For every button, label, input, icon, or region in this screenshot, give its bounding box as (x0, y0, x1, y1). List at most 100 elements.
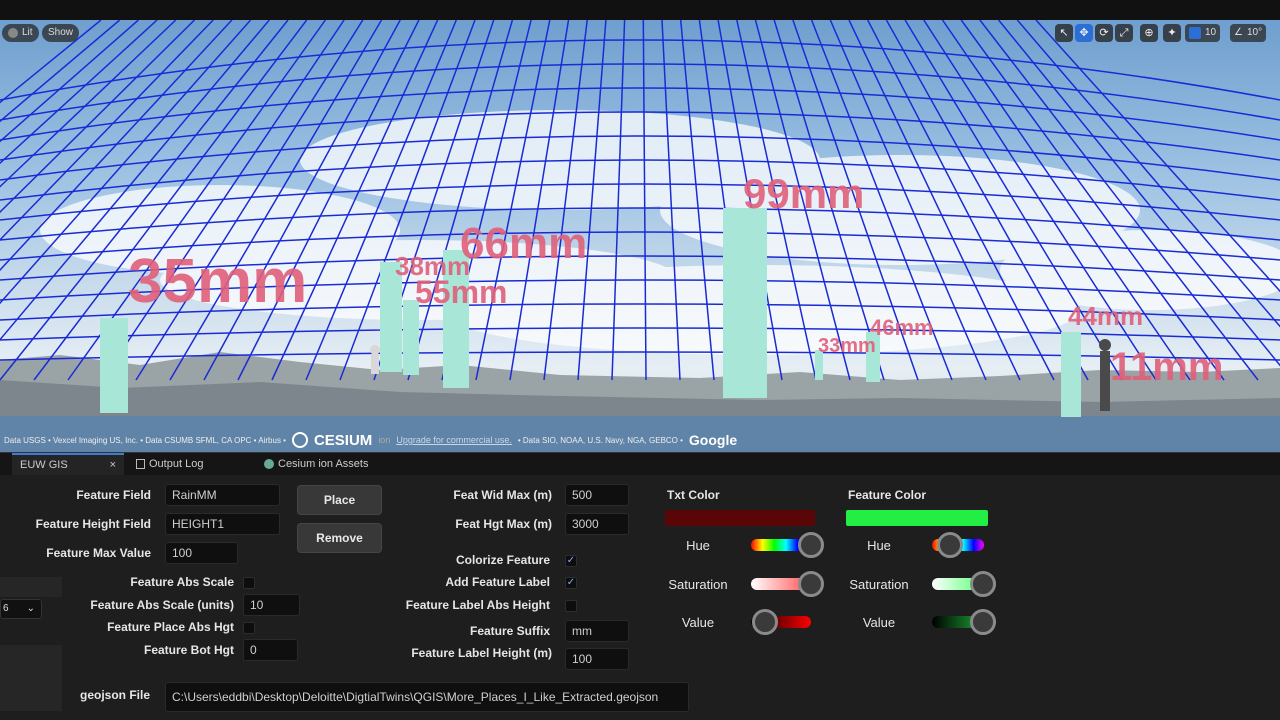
feature-color-title: Feature Color (848, 488, 927, 502)
rotate-icon[interactable]: ⟳ (1095, 24, 1113, 42)
tab-output-log[interactable]: Output Log (128, 453, 248, 476)
feature-label-height-label: Feature Label Height (m) (411, 646, 552, 660)
add-feature-label-checkbox[interactable]: ✓ (565, 577, 577, 589)
feature-suffix-input[interactable]: mm (565, 620, 629, 642)
feature-field-input[interactable]: RainMM (165, 484, 280, 506)
feat-hgt-max-label: Feat Hgt Max (m) (455, 517, 552, 531)
feature-max-value-input[interactable]: 100 (165, 542, 238, 564)
feature-label: 11mm (1110, 345, 1223, 389)
attribution-left: Data USGS • Vexcel Imaging US, Inc. • Da… (4, 435, 286, 445)
surface-snap-icon[interactable]: ✦ (1163, 24, 1181, 42)
lit-label: Lit (22, 27, 33, 38)
feature-field-label: Feature Field (76, 488, 151, 502)
tab-label: Output Log (149, 458, 204, 470)
euw-gis-panel: 6 ⌄ Feature Field RainMM Feature Height … (0, 475, 1280, 720)
level-viewport[interactable]: 35mm 38mm 55mm 66mm 99mm 33mm 46mm 44mm 11mm Lit… (0, 20, 1280, 452)
attribution-bar: Data USGS • Vexcel Imaging US, Inc. • Da… (0, 428, 1280, 452)
translate-icon[interactable]: ✥ (1075, 24, 1093, 42)
place-button[interactable]: Place (297, 485, 382, 515)
txt-hue-knob[interactable] (797, 532, 824, 558)
feature-place-abs-hgt-checkbox[interactable] (243, 622, 255, 634)
human-figure-body (1100, 351, 1110, 411)
geojson-file-label: geojson File (79, 688, 150, 702)
cesium-ion-text: ion (378, 435, 391, 445)
feature-place-abs-hgt-label: Feature Place Abs Hgt (107, 620, 234, 634)
feature-label-height-input[interactable]: 100 (565, 648, 629, 670)
feature-height-field-label: Feature Height Field (35, 517, 151, 531)
tab-euw-gis[interactable]: EUW GIS × (12, 453, 124, 476)
feature-label: 46mm (870, 315, 934, 340)
select-icon[interactable]: ↖ (1055, 24, 1073, 42)
panel-tab-bar: EUW GIS × Output Log Cesium ion Assets (0, 452, 1280, 476)
lit-mode-button[interactable]: Lit (2, 24, 39, 42)
feature-label-abs-height-checkbox[interactable] (565, 600, 577, 612)
rotation-snap-button[interactable]: ∠ 10° (1230, 24, 1267, 42)
upgrade-link[interactable]: Upgrade for commercial use. (396, 435, 512, 445)
attribution-right: • Data SIO, NOAA, U.S. Navy, NGA, GEBCO … (517, 435, 683, 445)
txt-value-knob[interactable] (752, 609, 778, 635)
show-label: Show (48, 27, 74, 38)
tab-label: Cesium ion Assets (278, 458, 369, 470)
colorize-feature-label: Colorize Feature (455, 553, 550, 567)
txt-color-swatch[interactable] (665, 510, 815, 526)
remove-button[interactable]: Remove (297, 523, 382, 553)
viewport-scene: 35mm 38mm55mm66mm99mm33mm46mm 44mm11mm (0, 20, 1280, 452)
feature-hue-knob[interactable] (937, 532, 964, 558)
grid-snap-value: 10 (1205, 27, 1217, 38)
rotation-snap-value: 10° (1246, 27, 1263, 38)
tab-cesium-ion-assets[interactable]: Cesium ion Assets (256, 453, 396, 476)
feat-hgt-max-input[interactable]: 3000 (565, 513, 629, 535)
feature-hue-label: Hue (867, 538, 891, 553)
cesium-logo-icon (291, 432, 308, 448)
feature-label: 33mm (818, 335, 876, 357)
cesium-logo: CESIUM (313, 431, 373, 449)
feature-saturation-knob[interactable] (970, 571, 997, 597)
angle-icon: ∠ (1234, 27, 1243, 38)
feature-abs-scale-units-label: Feature Abs Scale (units) (90, 598, 234, 612)
txt-saturation-knob[interactable] (797, 571, 824, 597)
output-log-icon (136, 459, 145, 470)
feature-color-swatch[interactable] (846, 510, 988, 526)
top-bar (0, 0, 1280, 20)
world-local-icon[interactable]: ⊕ (1140, 24, 1158, 42)
feature-saturation-label: Saturation (849, 577, 909, 592)
feature-column[interactable] (403, 300, 419, 375)
feature-bot-hgt-input[interactable]: 0 (243, 639, 298, 661)
feature-label: 44mm (1068, 301, 1143, 331)
feature-abs-scale-checkbox[interactable] (243, 577, 255, 589)
add-feature-label-label: Add Feature Label (445, 575, 550, 589)
side-dropdown-value: 6 (3, 603, 9, 614)
human-figure (370, 345, 380, 355)
feature-column[interactable] (1061, 332, 1081, 417)
feature-column[interactable] (723, 208, 767, 398)
feat-wid-max-input[interactable]: 500 (565, 484, 629, 506)
editor-window: 35mm 38mm 55mm 66mm 99mm 33mm 46mm 44mm 11mm Lit… (0, 0, 1280, 720)
feature-value-knob[interactable] (970, 609, 997, 635)
geojson-file-input[interactable]: C:\Users\eddbi\Desktop\Deloitte\DigtialT… (165, 682, 689, 712)
human-figure (1099, 339, 1111, 351)
feature-label: 55mm (415, 274, 508, 310)
feature-label: 66mm (460, 219, 587, 268)
feature-height-field-input[interactable]: HEIGHT1 (165, 513, 280, 535)
close-icon[interactable]: × (110, 455, 116, 476)
side-panel-strip (0, 577, 62, 597)
lit-icon (8, 28, 18, 38)
side-dropdown[interactable]: 6 ⌄ (0, 599, 42, 619)
google-logo: Google (688, 432, 738, 448)
feature-label-abs-height-label: Feature Label Abs Height (405, 598, 550, 612)
colorize-feature-checkbox[interactable]: ✓ (565, 555, 577, 567)
feature-abs-scale-label: Feature Abs Scale (130, 575, 234, 589)
feature-column[interactable] (100, 318, 128, 413)
show-button[interactable]: Show (42, 24, 80, 42)
feature-abs-scale-units-input[interactable]: 10 (243, 594, 300, 616)
scale-icon[interactable]: ⤢ (1115, 24, 1133, 42)
grid-snap-button[interactable]: 10 (1185, 24, 1221, 42)
feat-wid-max-label: Feat Wid Max (m) (453, 488, 552, 502)
cesium-icon (264, 459, 274, 470)
txt-hue-label: Hue (686, 538, 710, 553)
feature-bot-hgt-label: Feature Bot Hgt (144, 643, 234, 657)
feature-suffix-label: Feature Suffix (469, 624, 550, 638)
txt-color-title: Txt Color (667, 488, 720, 502)
feature-max-value-label: Feature Max Value (46, 546, 151, 560)
human-figure-body (371, 354, 379, 374)
